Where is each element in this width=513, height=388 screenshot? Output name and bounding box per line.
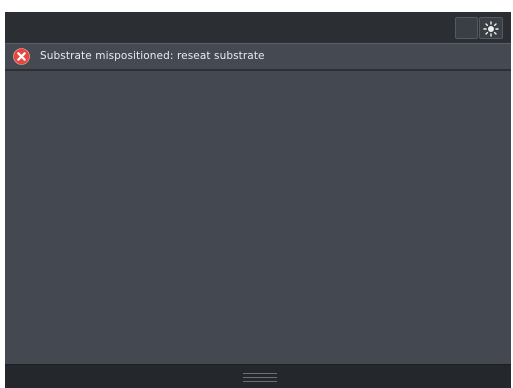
- alerts-list-area: [5, 71, 511, 364]
- drag-handle-icon[interactable]: [243, 373, 277, 385]
- brightness-button[interactable]: [479, 17, 503, 39]
- blank-status-button[interactable]: [455, 17, 478, 39]
- printer-screen: Substrate mispositioned: reseat substrat…: [5, 12, 511, 388]
- error-x-icon: [13, 48, 30, 65]
- alert-message: Substrate mispositioned: reseat substrat…: [40, 50, 265, 62]
- brightness-icon: [483, 21, 499, 37]
- bottom-bar: [5, 364, 511, 388]
- top-bar: [5, 12, 511, 43]
- alert-row[interactable]: Substrate mispositioned: reseat substrat…: [5, 43, 511, 69]
